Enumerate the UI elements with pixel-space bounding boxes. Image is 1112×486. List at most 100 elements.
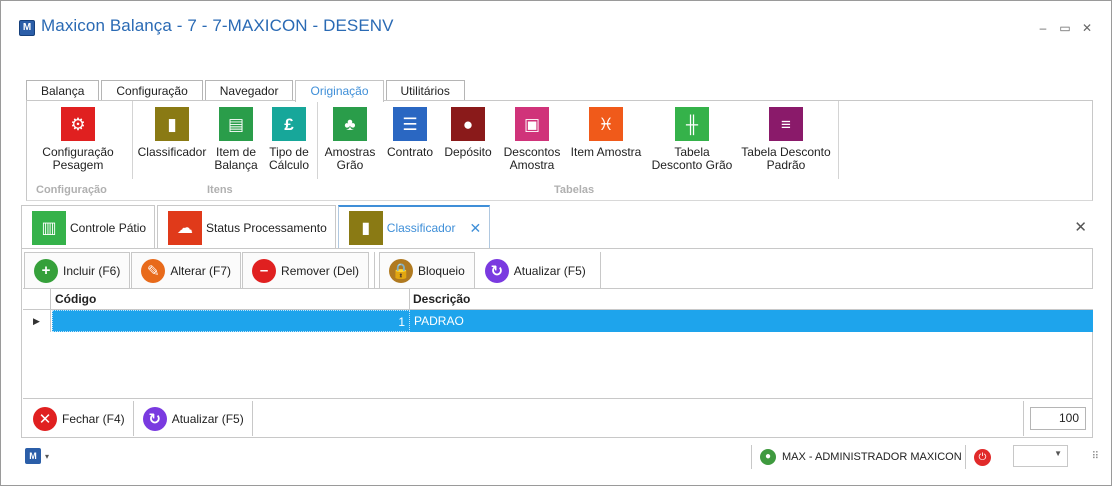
group-label-configuracao: Configuração (36, 184, 107, 196)
remover-label: Remover (Del) (281, 263, 360, 278)
page-size-input[interactable]: 100 (1030, 407, 1086, 430)
contract-icon: ☰ (393, 107, 427, 141)
user-indicator[interactable]: ● MAX - ADMINISTRADOR MAXICON (751, 445, 962, 469)
amostras-grao-button[interactable]: ♣ Amostras Grão (321, 107, 379, 172)
descontos-amostra-label: Descontos Amostra (503, 145, 561, 172)
user-name: MAX - ADMINISTRADOR MAXICON (782, 451, 962, 463)
tab-status-processamento[interactable]: ☁ Status Processamento (157, 205, 336, 249)
tipo-de-calculo-label: Tipo de Cálculo (268, 145, 310, 172)
plant-icon: ♣ (333, 107, 367, 141)
bloqueio-label: Bloqueio (418, 263, 465, 278)
atualizar-toolbar-button[interactable]: ↻ Atualizar (F5) (476, 252, 595, 289)
document-tabs: ▥ Controle Pátio ☁ Status Processamento … (21, 205, 492, 249)
window-controls: – ▭ ✕ (1037, 21, 1093, 35)
tabela-desconto-padrao-button[interactable]: ≡ Tabela Desconto Padrão (739, 107, 833, 172)
app-logo-icon: M (25, 448, 41, 464)
cell-descricao[interactable]: PADRAO (410, 310, 1093, 332)
chevron-down-icon: ▾ (45, 451, 50, 461)
close-panel-icon[interactable]: ✕ (1074, 218, 1087, 236)
alterar-button[interactable]: ✎ Alterar (F7) (131, 252, 242, 289)
discount-icon: ▣ (515, 107, 549, 141)
window-title: Maxicon Balança - 7 - 7-MAXICON - DESENV (41, 16, 394, 35)
group-label-itens: Itens (207, 184, 233, 196)
power-icon: ⏻ (974, 448, 991, 466)
tabela-desconto-grao-label: Tabela Desconto Grão (651, 145, 733, 172)
app-menu-button[interactable]: M ▾ (25, 448, 49, 464)
tab-balanca[interactable]: Balança (26, 80, 100, 101)
descontos-amostra-button[interactable]: ▣ Descontos Amostra (499, 107, 565, 172)
amostras-grao-label: Amostras Grão (324, 145, 376, 172)
resize-grip-icon[interactable]: ⠿ (1092, 451, 1099, 462)
bloqueio-button[interactable]: 🔒 Bloqueio (379, 252, 475, 289)
deposito-button[interactable]: ● Depósito (441, 107, 495, 159)
chevron-down-icon: ▼ (1054, 449, 1062, 458)
title-bar: M Maxicon Balança - 7 - 7-MAXICON - DESE… (1, 1, 1111, 57)
chart-icon: ▥ (32, 210, 66, 245)
classificador-button[interactable]: ▮ Classificador (137, 107, 207, 159)
item-amostra-button[interactable]: ♓ Item Amostra (568, 107, 644, 159)
bookmark-icon: ▮ (155, 107, 189, 141)
table-row[interactable]: ▶ 1 PADRAO (23, 310, 1093, 332)
pisces-icon: ♓ (589, 107, 623, 141)
incluir-label: Incluir (F6) (63, 263, 121, 278)
tab-controle-patio-label: Controle Pátio (70, 220, 147, 235)
app-logo-icon: M (19, 20, 35, 36)
remover-button[interactable]: – Remover (Del) (242, 252, 370, 289)
tab-navegador[interactable]: Navegador (204, 80, 294, 101)
group-label-tabelas: Tabelas (554, 184, 595, 196)
logout-button[interactable]: ⏻ (965, 445, 991, 469)
tab-classificador[interactable]: ▮ Classificador ✕ (337, 205, 491, 249)
tab-controle-patio[interactable]: ▥ Controle Pátio (21, 205, 156, 249)
ribbon-panel: ⚙ Configuração Pesagem ▮ Classificador ▤… (26, 100, 1093, 201)
tab-utilitarios[interactable]: Utilitários (385, 80, 465, 101)
row-indicator-header (23, 289, 51, 310)
ribbon-divider (317, 101, 318, 179)
tab-configuracao[interactable]: Configuração (101, 80, 203, 101)
fechar-label: Fechar (F4) (62, 411, 125, 426)
fechar-button[interactable]: ✕ Fechar (F4) (24, 401, 133, 436)
toolbar-divider (374, 252, 376, 289)
tab-classificador-label: Classificador (386, 221, 456, 235)
classificador-label: Classificador (137, 145, 207, 159)
tabela-desconto-padrao-label: Tabela Desconto Padrão (741, 145, 831, 172)
status-combo[interactable]: ▼ (1013, 445, 1068, 467)
grain-table-icon: ╫ (675, 107, 709, 141)
pound-icon: £ (272, 107, 306, 141)
ribbon-tabs: Balança Configuração Navegador Originaçã… (26, 80, 467, 102)
atualizar-footer-button[interactable]: ↻ Atualizar (F5) (134, 401, 252, 436)
panel-footer: ✕ Fechar (F4) ↻ Atualizar (F5) (24, 401, 253, 436)
plus-icon: + (34, 258, 58, 283)
gear-icon: ⚙ (61, 107, 95, 141)
incluir-button[interactable]: + Incluir (F6) (24, 252, 131, 289)
user-icon: ● (760, 449, 776, 465)
box-icon: ▤ (219, 107, 253, 141)
ribbon-groups: ⚙ Configuração Pesagem ▮ Classificador ▤… (27, 101, 839, 179)
x-circle-icon: ✕ (33, 406, 57, 431)
classificador-panel: + Incluir (F6) ✎ Alterar (F7) – Remover … (21, 248, 1093, 438)
toolbar-divider (599, 252, 601, 289)
refresh-icon: ↻ (142, 406, 167, 431)
deposito-label: Depósito (444, 145, 492, 159)
cloud-sync-icon: ☁ (168, 210, 203, 245)
minimize-icon[interactable]: – (1037, 21, 1049, 35)
item-de-balanca-button[interactable]: ▤ Item de Balança (213, 107, 259, 172)
map-pin-icon: ● (451, 107, 485, 141)
footer-divider (251, 401, 253, 436)
contrato-label: Contrato (386, 145, 434, 159)
grid-toolbar: + Incluir (F6) ✎ Alterar (F7) – Remover … (24, 252, 605, 289)
column-header-codigo[interactable]: Código (52, 289, 410, 310)
maximize-icon[interactable]: ▭ (1059, 21, 1071, 35)
close-tab-icon[interactable]: ✕ (469, 220, 481, 237)
contrato-button[interactable]: ☰ Contrato (383, 107, 437, 159)
list-icon: ≡ (769, 107, 803, 141)
tipo-de-calculo-button[interactable]: £ Tipo de Cálculo (265, 107, 313, 172)
cell-codigo[interactable]: 1 (52, 310, 410, 332)
column-header-descricao[interactable]: Descrição (410, 289, 1093, 310)
tab-originacao[interactable]: Originação (295, 80, 384, 102)
footer-divider (1023, 401, 1024, 436)
configuracao-pesagem-button[interactable]: ⚙ Configuração Pesagem (37, 107, 119, 172)
tabela-desconto-grao-button[interactable]: ╫ Tabela Desconto Grão (651, 107, 733, 172)
row-indicator-icon: ▶ (23, 310, 51, 332)
lock-icon: 🔒 (389, 258, 414, 283)
close-icon[interactable]: ✕ (1081, 21, 1093, 35)
